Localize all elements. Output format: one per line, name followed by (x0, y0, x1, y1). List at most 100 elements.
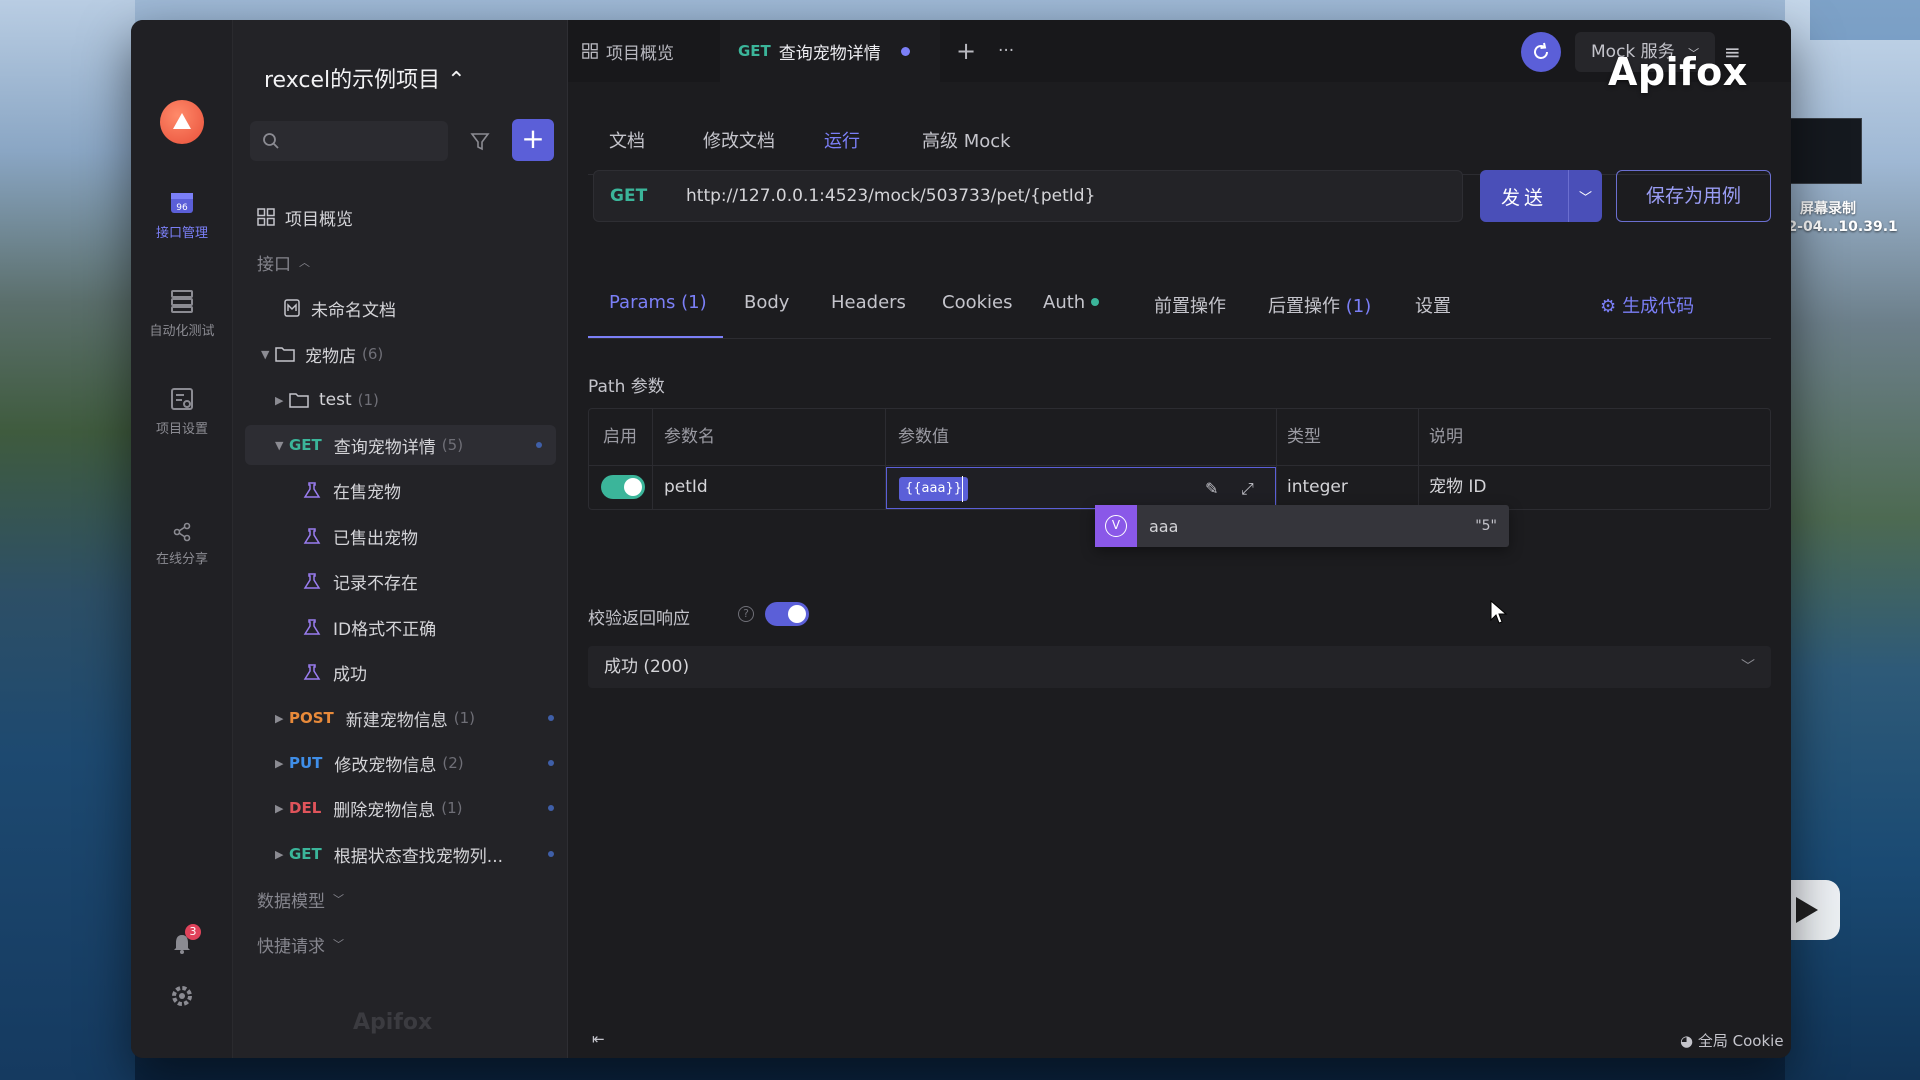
http-method-badge: GET (289, 436, 322, 454)
tree-endpoint-put[interactable]: ▶ PUT 修改宠物信息 (2) (233, 743, 568, 783)
tree-item-label: 宠物店 (305, 346, 356, 367)
tree-folder-test[interactable]: ▶ test (1) (233, 380, 568, 420)
param-description-cell[interactable]: 宠物 ID (1429, 465, 1487, 509)
chevron-down-icon: ﹀ (1741, 659, 1755, 675)
rail-item-project-settings[interactable]: 项目设置 (131, 386, 233, 437)
svg-text:96: 96 (176, 203, 188, 213)
chevron-down-icon: ﹀ (333, 893, 344, 906)
add-item-button[interactable]: + (512, 119, 554, 161)
column-header-description: 说明 (1429, 427, 1463, 447)
param-name-cell[interactable]: petId (664, 465, 708, 509)
rail-item-share[interactable]: 在线分享 (131, 522, 233, 567)
request-method[interactable]: GET (610, 186, 686, 206)
param-enabled-toggle[interactable] (601, 475, 645, 499)
request-url-input[interactable]: http://127.0.0.1:4523/mock/503733/pet/{p… (686, 186, 1095, 206)
caret-right-icon: ▶ (275, 847, 284, 861)
rail-item-automation-test[interactable]: 自动化测试 (131, 288, 233, 339)
variable-suggestion-popup[interactable]: V aaa "5" (1095, 505, 1509, 547)
status-dot (548, 715, 554, 721)
verify-response-label: 校验返回响应 (588, 609, 690, 629)
generate-code-label: 生成代码 (1622, 296, 1695, 317)
desktop-file-thumbnail[interactable] (1782, 118, 1862, 184)
tab-headers[interactable]: Headers (831, 292, 906, 313)
tree-case-item[interactable]: 记录不存在 (233, 561, 568, 601)
expand-icon[interactable]: ⤢ (1241, 479, 1254, 499)
more-tabs-button[interactable]: ··· (998, 20, 1028, 82)
variable-chip[interactable]: {{aaa}} (899, 477, 968, 501)
rail-item-label: 在线分享 (155, 552, 208, 567)
help-icon[interactable]: ? (738, 606, 754, 622)
param-type-cell[interactable]: integer (1287, 465, 1348, 509)
tree-section-api[interactable]: 接口 ︿ (233, 242, 568, 282)
send-button[interactable]: 发送 ﹀ (1480, 170, 1602, 222)
toggle-sidebar-icon[interactable]: ⇤ (592, 1030, 605, 1048)
tree-section-data-models[interactable]: 数据模型 ﹀ (233, 879, 568, 919)
filter-icon[interactable] (463, 124, 497, 158)
tree-section-quick-requests[interactable]: 快捷请求 ﹀ (233, 924, 568, 964)
send-dropdown-chevron-icon[interactable]: ﹀ (1568, 170, 1602, 222)
tree-case-item[interactable]: 已售出宠物 (233, 516, 568, 556)
caret-down-icon: ▼ (275, 438, 284, 452)
subtab-docs[interactable]: 文档 (609, 127, 645, 153)
tree-case-item[interactable]: 在售宠物 (233, 470, 568, 510)
verify-response-toggle[interactable] (765, 602, 809, 626)
save-as-case-button[interactable]: 保存为用例 (1616, 170, 1771, 222)
tab-auth[interactable]: Auth (1043, 292, 1100, 313)
tree-case-item[interactable]: 成功 (233, 652, 568, 692)
magic-wand-icon[interactable]: ✎ (1205, 479, 1218, 498)
project-switcher[interactable]: rexcel的示例项目 ⌃ (264, 62, 466, 94)
subtab-advanced-mock[interactable]: 高级 Mock (922, 127, 1011, 153)
tree-endpoint-get-pet-detail[interactable]: ▼ GET 查询宠物详情 (5) (245, 425, 556, 465)
tree-item-untitled-doc[interactable]: 未命名文档 (233, 288, 568, 328)
divider (1276, 409, 1277, 509)
request-param-tabs: Params (1) Body Headers Cookies Auth 前置操… (568, 272, 1791, 339)
automation-test-icon (171, 290, 193, 313)
response-select[interactable]: 成功 (200) ﹀ (588, 646, 1771, 688)
grid-icon (582, 43, 598, 59)
desktop-widget (1810, 0, 1920, 40)
param-value-input[interactable]: {{aaa}} ✎ ⤢ (886, 467, 1276, 509)
tree-case-item[interactable]: ID格式不正确 (233, 607, 568, 647)
test-case-icon (303, 482, 321, 498)
divider (1418, 409, 1419, 509)
tree-item-count: (6) (362, 345, 384, 363)
tab-label: 后置操作 (1268, 296, 1340, 317)
tab-label: 项目概览 (606, 43, 674, 64)
tab-body[interactable]: Body (744, 292, 789, 313)
tab-cookies[interactable]: Cookies (942, 292, 1012, 313)
tree-item-project-overview[interactable]: 项目概览 (233, 197, 568, 237)
tab-project-overview[interactable]: 项目概览 (582, 20, 702, 82)
sync-button[interactable] (1521, 32, 1561, 72)
tree-folder-petstore[interactable]: ▼ 宠物店 (6) (233, 334, 568, 374)
subtab-run[interactable]: 运行 (824, 127, 860, 153)
tab-post-operations[interactable]: 后置操作 (1) (1268, 292, 1371, 318)
caret-right-icon: ▶ (275, 801, 284, 815)
app-logo[interactable] (160, 100, 204, 144)
tab-settings[interactable]: 设置 (1415, 292, 1451, 318)
tree-endpoint-post[interactable]: ▶ POST 新建宠物信息 (1) (233, 698, 568, 738)
status-dot (536, 442, 542, 448)
tree-item-label: 未命名文档 (311, 300, 396, 321)
tree-endpoint-del[interactable]: ▶ DEL 删除宠物信息 (1) (233, 788, 568, 828)
tree-item-label: test (319, 390, 352, 410)
caret-down-icon: ▼ (261, 347, 270, 361)
rail-item-api-management[interactable]: 96 接口管理 (131, 190, 233, 241)
tab-get-pet-detail[interactable]: GET 查询宠物详情 (720, 20, 940, 82)
subtab-edit-docs[interactable]: 修改文档 (703, 127, 775, 153)
tree-item-label: 新建宠物信息 (345, 710, 448, 731)
tree-section-label: 数据模型 (257, 891, 325, 912)
tree-search-input[interactable] (250, 121, 448, 161)
request-url-bar[interactable]: GET http://127.0.0.1:4523/mock/503733/pe… (593, 170, 1463, 222)
search-icon (263, 133, 279, 149)
tree-endpoint-get-by-status[interactable]: ▶ GET 根据状态查找宠物列... (233, 834, 568, 874)
generate-code-button[interactable]: ⚙ 生成代码 (1600, 292, 1694, 318)
column-header-value: 参数值 (898, 427, 949, 447)
tab-label: Auth (1043, 292, 1086, 313)
global-cookie-button[interactable]: ◕ 全局 Cookie (1680, 1030, 1784, 1051)
api-tree-sidebar: rexcel的示例项目 ⌃ + 项目概览 接口 ︿ 未命名文档 ▼ 宠物店 (6… (233, 20, 568, 1058)
new-tab-button[interactable]: + (956, 20, 986, 82)
test-case-icon (303, 619, 321, 635)
tab-pre-operations[interactable]: 前置操作 (1154, 292, 1226, 318)
gear-icon[interactable] (170, 984, 194, 1008)
tab-params[interactable]: Params (1) (609, 292, 707, 313)
